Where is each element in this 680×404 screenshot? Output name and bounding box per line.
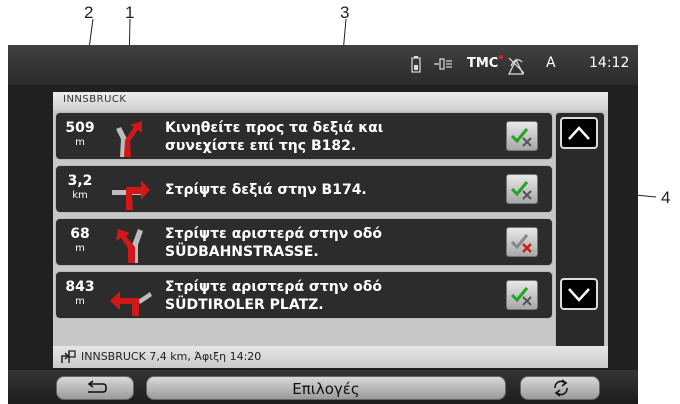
keep-left-arrow-icon bbox=[116, 229, 143, 263]
maneuver-text-line1: Στρίψτε αριστερά στην οδό bbox=[165, 226, 382, 242]
avoid-toggle[interactable] bbox=[506, 174, 538, 204]
scroll-up-button[interactable] bbox=[560, 117, 598, 149]
battery-icon bbox=[411, 56, 421, 73]
callout-2: 2 bbox=[84, 3, 94, 22]
checkmark-icon bbox=[510, 128, 532, 147]
maneuver-text-line1: Στρίψτε αριστερά στην οδό bbox=[165, 279, 382, 295]
maneuver-distance: 68 m bbox=[70, 226, 90, 254]
tmc-indicator: TMC bbox=[467, 55, 504, 71]
route-header: INNSBRUCK bbox=[53, 92, 608, 110]
avoid-toggle[interactable] bbox=[506, 227, 538, 257]
maneuver-text-line2: SÜDTIROLER PLATZ. bbox=[165, 297, 324, 313]
maneuver-distance: 843 m bbox=[65, 279, 95, 307]
turn-left-arrow-icon bbox=[110, 291, 152, 316]
callout-1: 1 bbox=[125, 3, 135, 22]
maneuver-text-line1: Στρίψτε δεξιά στην B174. bbox=[165, 182, 367, 198]
refresh-button[interactable] bbox=[520, 376, 600, 400]
route-summary: INNSBRUCK 7,4 km, Άφιξη 14:20 bbox=[53, 346, 608, 368]
maneuver-text-line2: SÜDBAHNSTRASSE. bbox=[165, 244, 319, 260]
route-summary-text: INNSBRUCK 7,4 km, Άφιξη 14:20 bbox=[81, 350, 262, 363]
navigation-screen: TMC A 14:12 INNSBRUCK 509 m Κινηθείτε πρ… bbox=[8, 45, 638, 404]
scroll-column bbox=[555, 112, 605, 362]
options-button[interactable]: Επιλογές bbox=[146, 376, 506, 400]
maneuver-text-line2: συνεχίστε επί της B182. bbox=[165, 138, 357, 154]
back-icon bbox=[87, 380, 107, 393]
route-list-panel: INNSBRUCK 509 m Κινηθείτε προς τα δεξιά … bbox=[53, 92, 608, 368]
callout-3: 3 bbox=[340, 3, 350, 22]
turn-right-arrow-icon bbox=[112, 180, 150, 210]
checkmark-icon bbox=[510, 234, 532, 253]
scroll-up-icon bbox=[568, 126, 590, 140]
avoid-toggle[interactable] bbox=[506, 121, 538, 151]
maneuver-row[interactable]: 68 m Στρίψτε αριστερά στην οδό SÜDBAHNST… bbox=[55, 218, 553, 266]
clock: 14:12 bbox=[589, 55, 630, 71]
options-button-label: Επιλογές bbox=[292, 380, 360, 398]
avoid-toggle[interactable] bbox=[506, 280, 538, 310]
maneuver-text-line1: Κινηθείτε προς τα δεξιά και bbox=[165, 120, 384, 136]
scroll-down-icon bbox=[568, 288, 590, 302]
checkmark-icon bbox=[510, 287, 532, 306]
status-bar: TMC A 14:12 bbox=[8, 45, 638, 85]
back-button[interactable] bbox=[56, 376, 134, 400]
callout-4: 4 bbox=[661, 188, 671, 207]
checkmark-icon bbox=[510, 181, 532, 200]
gps-icon bbox=[507, 57, 525, 75]
mode-indicator: A bbox=[546, 55, 556, 71]
signal-icon bbox=[434, 58, 452, 70]
maneuver-row[interactable]: 843 m Στρίψτε αριστερά στην οδό SÜDTIROL… bbox=[55, 271, 553, 319]
maneuver-distance: 509 m bbox=[65, 120, 95, 148]
maneuver-distance: 3,2 km bbox=[67, 173, 93, 201]
refresh-icon bbox=[554, 379, 568, 397]
keep-right-arrow-icon bbox=[116, 121, 142, 157]
route-header-label: INNSBRUCK bbox=[63, 94, 127, 105]
maneuver-row[interactable]: 509 m Κινηθείτε προς τα δεξιά και συνεχί… bbox=[55, 112, 553, 160]
destination-flag-icon bbox=[61, 350, 76, 363]
scroll-down-button[interactable] bbox=[560, 278, 598, 310]
maneuver-row[interactable]: 3,2 km Στρίψτε δεξιά στην B174. bbox=[55, 165, 553, 213]
bottom-toolbar: Επιλογές bbox=[8, 370, 638, 404]
